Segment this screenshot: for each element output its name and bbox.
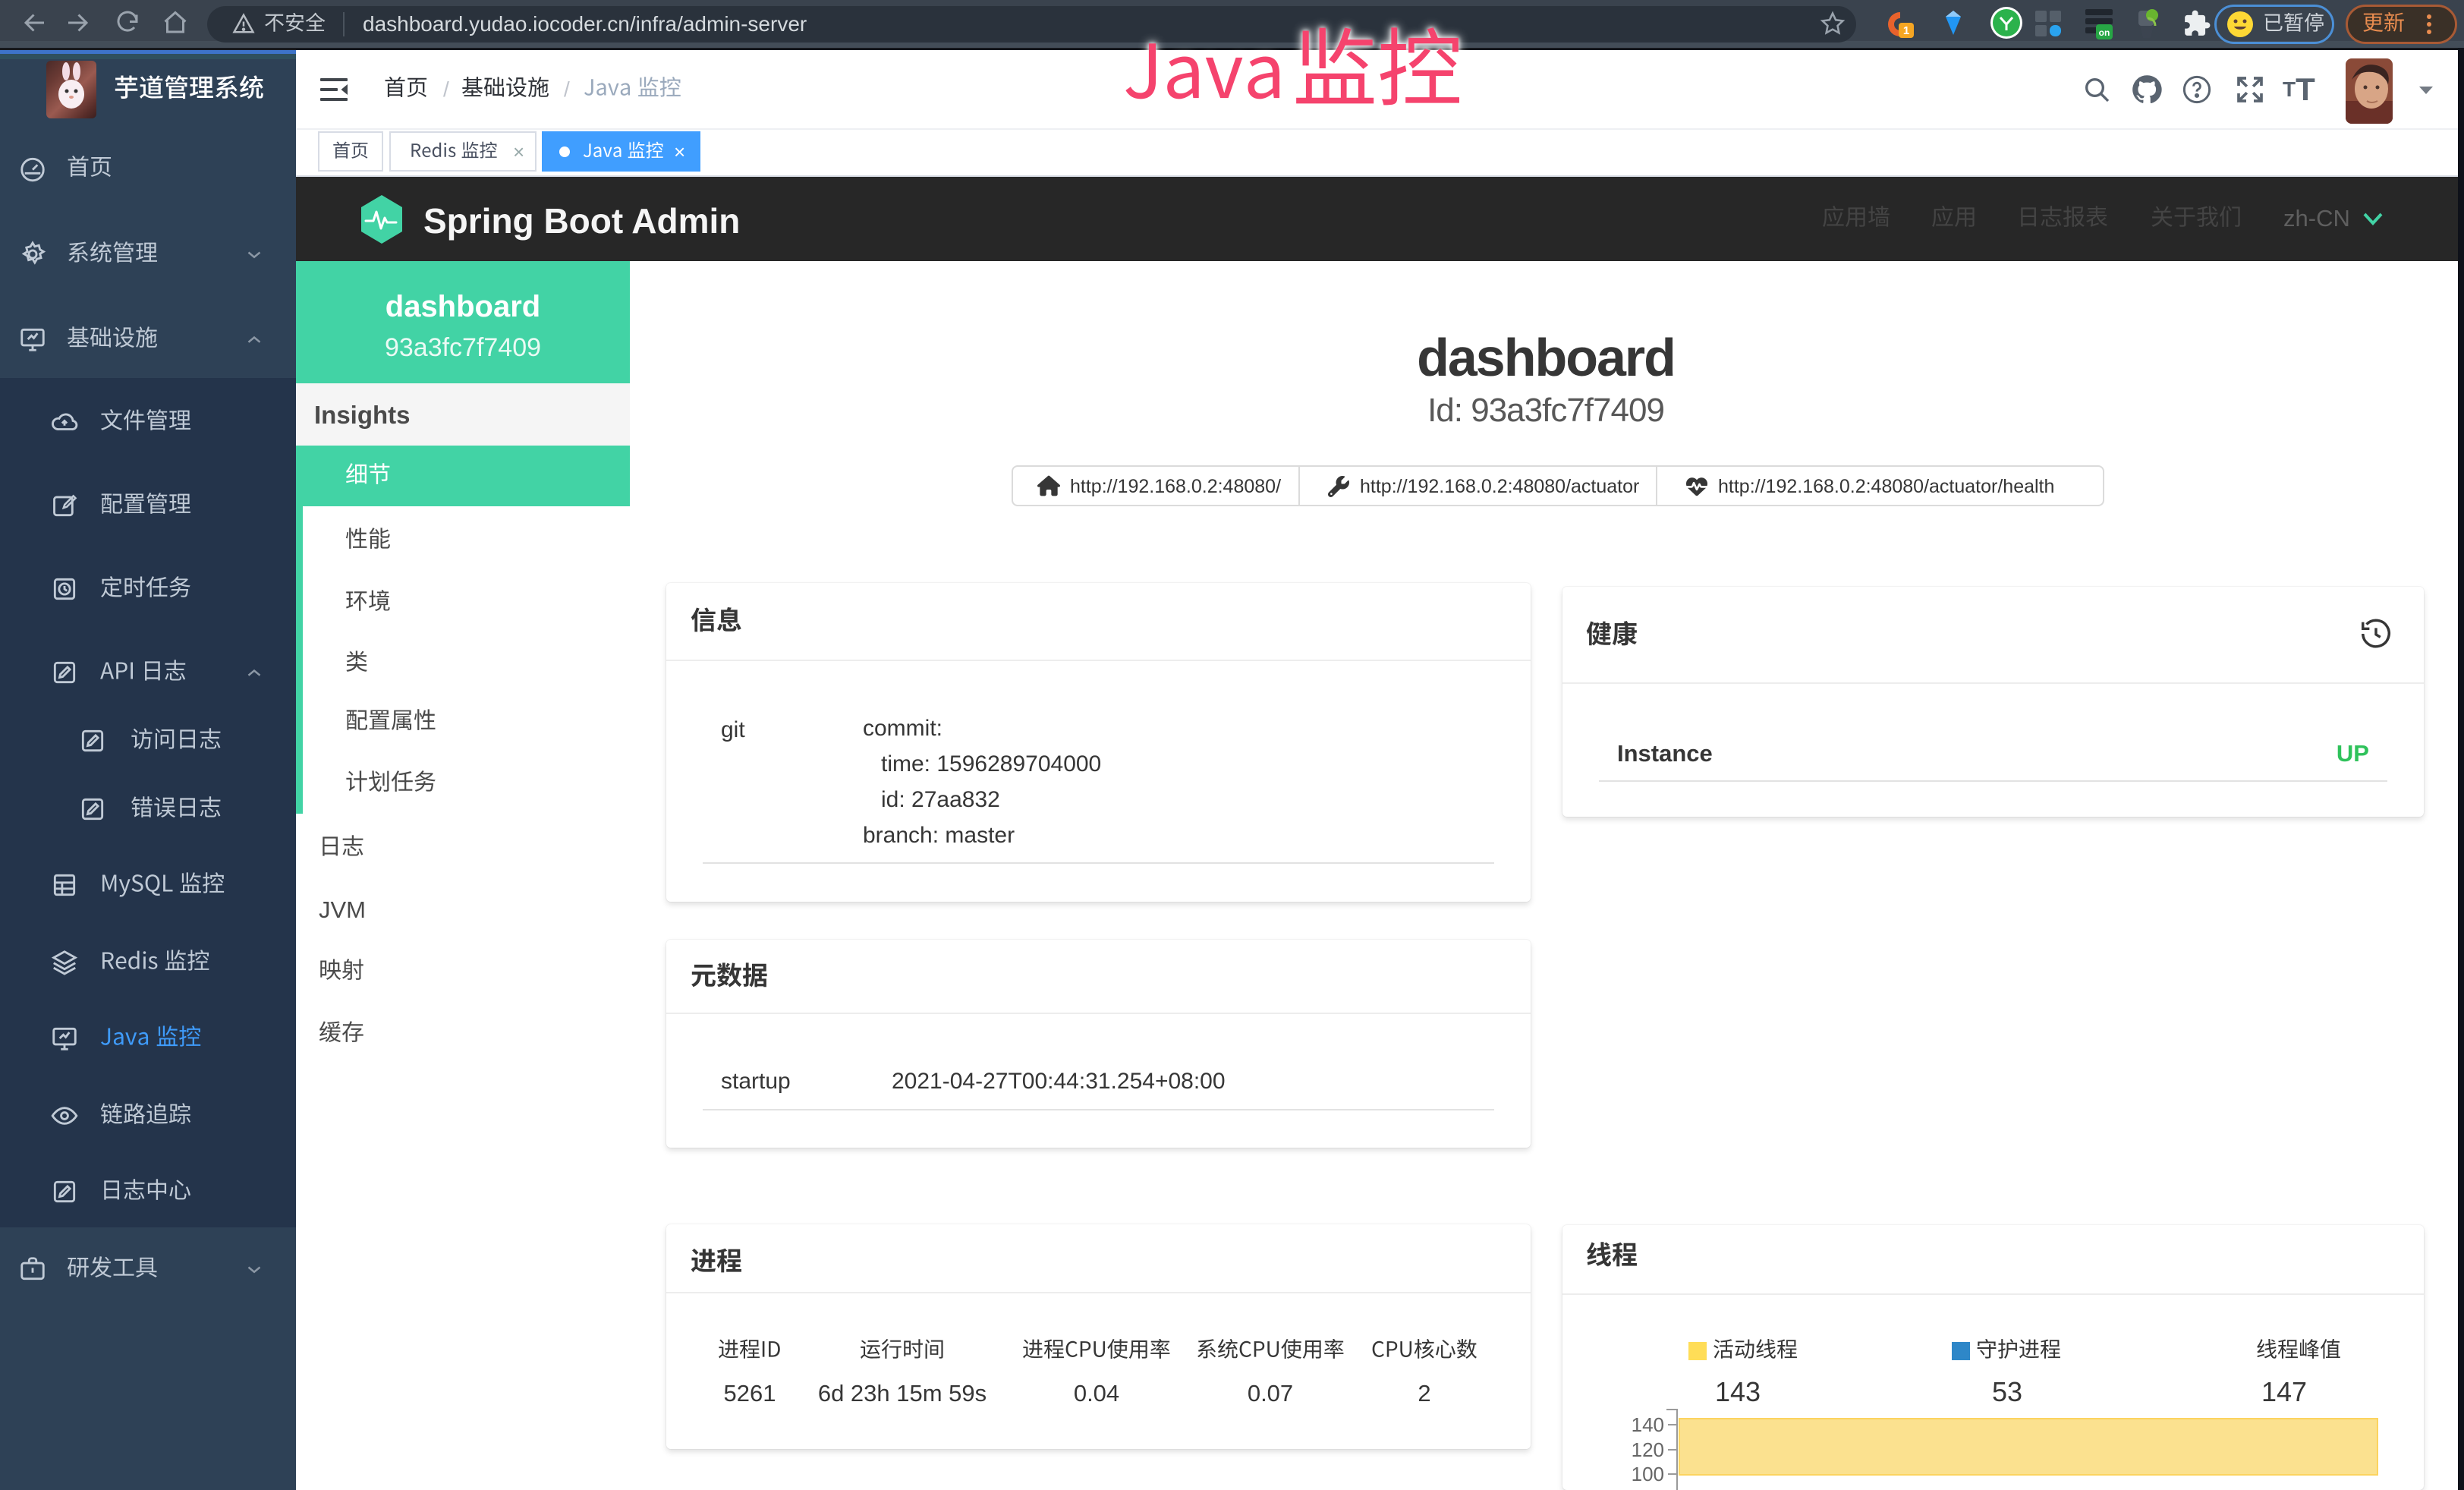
- svg-text:1: 1: [1903, 24, 1909, 37]
- svg-text:on: on: [2099, 27, 2110, 38]
